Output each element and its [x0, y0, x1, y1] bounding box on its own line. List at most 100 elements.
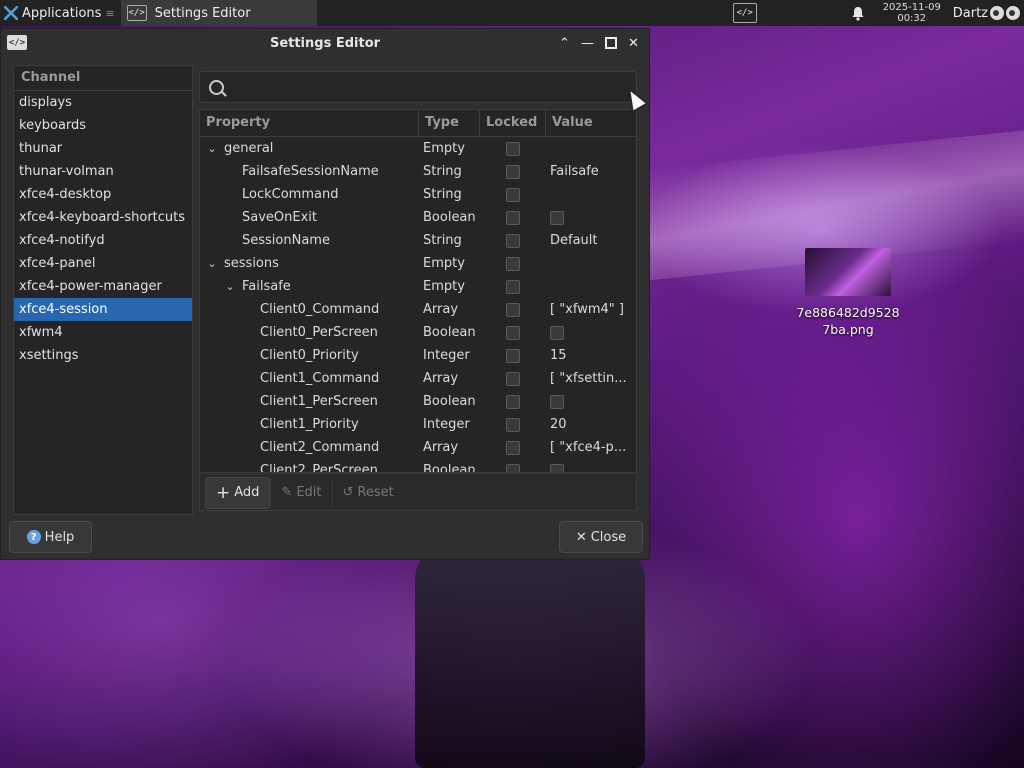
- property-search[interactable]: [199, 71, 637, 103]
- search-input[interactable]: [232, 76, 626, 100]
- channel-item-xfwm4[interactable]: xfwm4: [14, 321, 192, 344]
- notification-bell-icon[interactable]: [841, 0, 875, 26]
- property-type: Empty: [423, 279, 465, 294]
- value-checkbox[interactable]: [550, 394, 564, 409]
- chevron-down-icon[interactable]: ⌄: [206, 257, 218, 270]
- column-header-type[interactable]: Type: [419, 110, 480, 136]
- channel-item-thunar[interactable]: thunar: [14, 137, 192, 160]
- locked-checkbox[interactable]: [506, 302, 520, 317]
- locked-checkbox[interactable]: [506, 348, 520, 363]
- table-row[interactable]: Client1_Command Array [ "xfsettin...: [200, 367, 636, 390]
- channel-item-xfce4-session[interactable]: xfce4-session: [14, 298, 192, 321]
- locked-checkbox[interactable]: [506, 210, 520, 225]
- close-window-button-icon[interactable]: ✕: [624, 33, 643, 53]
- channel-item-displays[interactable]: displays: [14, 91, 192, 114]
- table-row[interactable]: Client2_PerScreen Boolean: [200, 459, 636, 472]
- locked-checkbox[interactable]: [506, 141, 520, 156]
- locked-cell: [480, 164, 546, 179]
- property-name: Client0_Priority: [260, 348, 359, 363]
- locked-cell: [480, 417, 546, 432]
- table-row[interactable]: Client1_PerScreen Boolean: [200, 390, 636, 413]
- help-button[interactable]: ? Help: [9, 521, 92, 553]
- locked-cell: [480, 348, 546, 363]
- locked-checkbox[interactable]: [506, 440, 520, 455]
- property-cell: Client1_Command: [200, 371, 419, 386]
- property-name: sessions: [224, 256, 279, 271]
- channel-item-thunar-volman[interactable]: thunar-volman: [14, 160, 192, 183]
- settings-editor-app-icon: </>: [126, 5, 147, 21]
- applications-menu-button[interactable]: Applications ≡: [0, 0, 119, 26]
- locked-checkbox[interactable]: [506, 187, 520, 202]
- value-checkbox[interactable]: [550, 325, 564, 340]
- property-value: [ "xfwm4" ]: [550, 302, 624, 317]
- table-row[interactable]: ⌄ general Empty: [200, 137, 636, 160]
- locked-checkbox[interactable]: [506, 394, 520, 409]
- table-row[interactable]: LockCommand String: [200, 183, 636, 206]
- table-row[interactable]: FailsafeSessionName String Failsafe: [200, 160, 636, 183]
- channel-item-keyboards[interactable]: keyboards: [14, 114, 192, 137]
- locked-checkbox[interactable]: [506, 256, 520, 271]
- property-cell: SaveOnExit: [200, 210, 419, 225]
- close-button[interactable]: ✕ Close: [559, 521, 643, 553]
- channel-item-xfce4-panel[interactable]: xfce4-panel: [14, 252, 192, 275]
- property-type: Array: [423, 302, 459, 317]
- locked-checkbox[interactable]: [506, 164, 520, 179]
- value-cell: [546, 210, 636, 225]
- taskbar-item-settings-editor[interactable]: </> Settings Editor: [120, 0, 317, 26]
- property-name: SessionName: [242, 233, 330, 248]
- locked-cell: [480, 463, 546, 472]
- reset-button[interactable]: ↺ Reset: [331, 477, 404, 508]
- table-row[interactable]: SessionName String Default: [200, 229, 636, 252]
- column-header-value[interactable]: Value: [546, 110, 636, 136]
- column-header-property[interactable]: Property: [200, 110, 419, 136]
- table-row[interactable]: ⌄ sessions Empty: [200, 252, 636, 275]
- channel-item-xfce4-notifyd[interactable]: xfce4-notifyd: [14, 229, 192, 252]
- channel-item-xsettings[interactable]: xsettings: [14, 344, 192, 367]
- window-titlebar[interactable]: </> Settings Editor ⌃ — ✕: [1, 29, 649, 57]
- minimize-button-icon[interactable]: —: [578, 33, 597, 53]
- edit-button[interactable]: ✎ Edit: [270, 477, 331, 508]
- tray-empty-slot-2: [807, 0, 841, 26]
- table-row[interactable]: Client0_Priority Integer 15: [200, 344, 636, 367]
- property-name: Client0_PerScreen: [260, 325, 378, 340]
- value-checkbox[interactable]: [550, 463, 564, 472]
- shade-button-icon[interactable]: ⌃: [555, 33, 574, 53]
- table-row[interactable]: Client0_Command Array [ "xfwm4" ]: [200, 298, 636, 321]
- user-menu[interactable]: Dartz: [949, 6, 1024, 21]
- channel-item-xfce4-desktop[interactable]: xfce4-desktop: [14, 183, 192, 206]
- xfce-logo-icon: [4, 6, 18, 20]
- chevron-down-icon[interactable]: ⌄: [206, 142, 218, 155]
- table-row[interactable]: Client0_PerScreen Boolean: [200, 321, 636, 344]
- clock-date: 2025-11-09: [882, 2, 941, 13]
- locked-checkbox[interactable]: [506, 279, 520, 294]
- locked-checkbox[interactable]: [506, 325, 520, 340]
- clock[interactable]: 2025-11-09 00:32: [875, 2, 949, 24]
- property-name: Client1_PerScreen: [260, 394, 378, 409]
- table-row[interactable]: ⌄ Failsafe Empty: [200, 275, 636, 298]
- channel-column-header[interactable]: Channel: [14, 66, 192, 91]
- property-name: Client2_Command: [260, 440, 380, 455]
- locked-checkbox[interactable]: [506, 233, 520, 248]
- table-row[interactable]: Client2_Command Array [ "xfce4-p...: [200, 436, 636, 459]
- property-toolbar: + Add ✎ Edit ↺ Reset: [199, 475, 637, 511]
- chevron-down-icon[interactable]: ⌄: [224, 280, 236, 293]
- value-checkbox[interactable]: [550, 210, 564, 225]
- channel-item-xfce4-keyboard-shortcuts[interactable]: xfce4-keyboard-shortcuts: [14, 206, 192, 229]
- table-row[interactable]: Client1_Priority Integer 20: [200, 413, 636, 436]
- locked-checkbox[interactable]: [506, 371, 520, 386]
- edit-button-label: Edit: [296, 485, 322, 500]
- property-value: Failsafe: [550, 164, 599, 179]
- maximize-button-icon[interactable]: [601, 33, 620, 53]
- locked-cell: [480, 302, 546, 317]
- channel-item-xfce4-power-manager[interactable]: xfce4-power-manager: [14, 275, 192, 298]
- locked-checkbox[interactable]: [506, 463, 520, 472]
- column-header-locked[interactable]: Locked: [480, 110, 546, 136]
- property-type: Boolean: [423, 394, 476, 409]
- add-button[interactable]: + Add: [205, 476, 271, 509]
- property-value: [ "xfce4-p...: [550, 440, 627, 455]
- desktop-file-icon[interactable]: 7e886482d95287ba.png: [796, 248, 900, 338]
- locked-cell: [480, 210, 546, 225]
- table-row[interactable]: SaveOnExit Boolean: [200, 206, 636, 229]
- tray-settings-editor-icon[interactable]: </>: [723, 0, 767, 26]
- locked-checkbox[interactable]: [506, 417, 520, 432]
